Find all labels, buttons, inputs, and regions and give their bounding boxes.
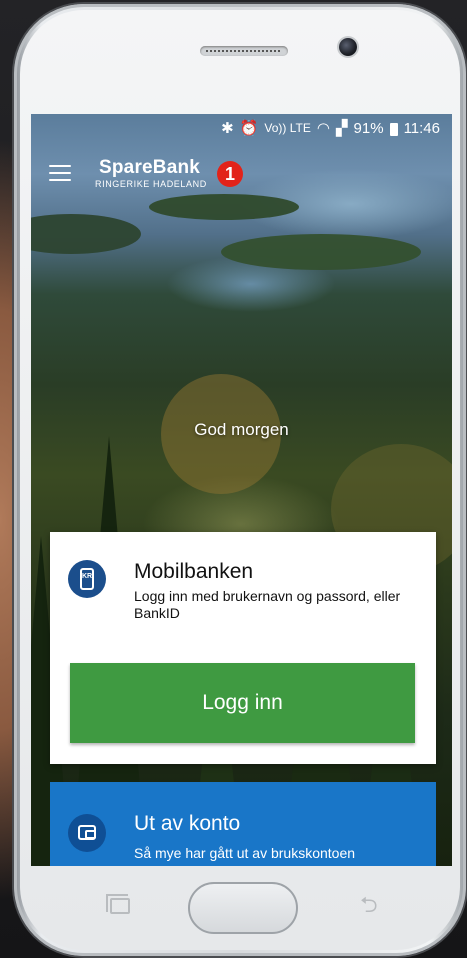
app-screen: ✱ ⏰ Vo)) LTE ◠ ▞ 91% 11:46 SpareBank 1 R… [31, 114, 452, 866]
wifi-icon: ◠ [316, 120, 330, 137]
app-bar: SpareBank 1 RINGERIKE HADELAND [31, 154, 452, 194]
recent-apps-button[interactable] [106, 894, 130, 914]
wallet-icon [68, 814, 106, 852]
island [221, 234, 421, 270]
signal-icon: ▞ [335, 120, 348, 137]
volte-icon: Vo)) LTE [264, 121, 311, 135]
status-bar: ✱ ⏰ Vo)) LTE ◠ ▞ 91% 11:46 [31, 114, 452, 142]
front-camera [339, 38, 357, 56]
bluetooth-icon: ✱ [221, 120, 234, 137]
account-card-description: Så mye har gått ut av brukskontoen [134, 845, 356, 861]
menu-icon[interactable] [49, 165, 71, 181]
island [149, 194, 299, 220]
alarm-icon: ⏰ [239, 120, 259, 137]
home-button[interactable] [188, 882, 298, 934]
earpiece-speaker [200, 46, 288, 56]
account-spending-card[interactable]: Ut av konto Så mye har gått ut av bruksk… [50, 782, 436, 866]
clock: 11:46 [403, 119, 440, 137]
card-description: Logg inn med brukernavn og passord, elle… [134, 588, 401, 621]
battery-percent: 91% [353, 119, 384, 137]
login-card: KR Mobilbanken Logg inn med brukernavn o… [50, 532, 436, 764]
island [31, 214, 141, 254]
card-title: Mobilbanken [134, 560, 254, 583]
battery-icon [389, 122, 398, 136]
login-button[interactable]: Logg inn [70, 663, 415, 743]
mobile-bank-icon: KR [68, 560, 106, 598]
greeting-text: God morgen [194, 420, 289, 439]
back-button[interactable]: ⮌ [360, 894, 384, 916]
account-card-title: Ut av konto [134, 812, 241, 835]
